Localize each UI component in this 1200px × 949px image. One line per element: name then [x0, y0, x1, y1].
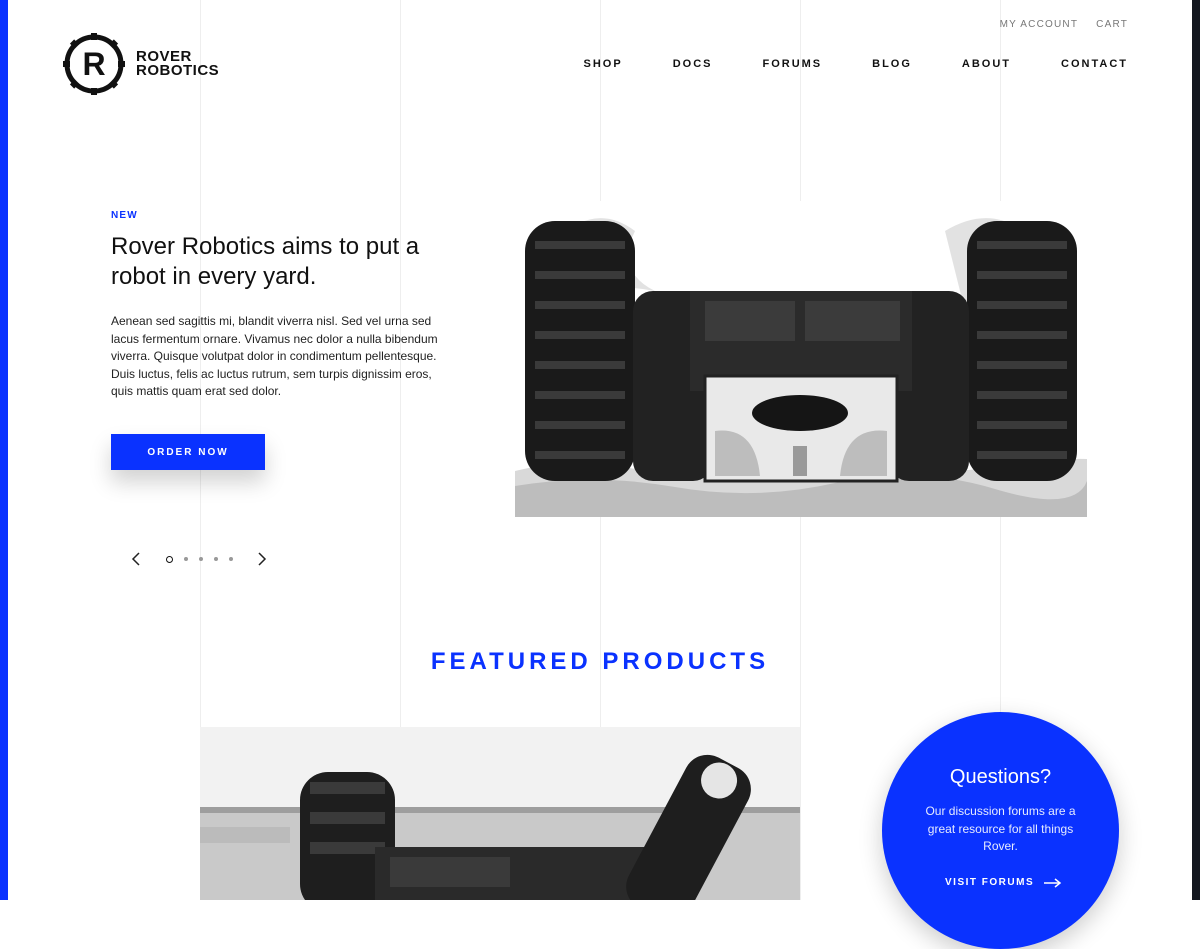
questions-body: Our discussion forums are a great resour…: [925, 804, 1076, 853]
hero-body: Aenean sed sagittis mi, blandit viverra …: [111, 314, 438, 398]
carousel-dot[interactable]: [229, 557, 233, 561]
nav-about[interactable]: ABOUT: [962, 58, 1011, 70]
carousel-dots: [166, 555, 233, 563]
cart-link[interactable]: CART: [1096, 19, 1128, 30]
questions-title: Questions?: [949, 766, 1052, 788]
nav-blog[interactable]: BLOG: [872, 58, 912, 70]
hero-tag: NEW: [111, 210, 138, 221]
hero-rover-image: [515, 201, 1087, 517]
brand-line-2: ROBOTICS: [136, 62, 220, 79]
chevron-right-icon[interactable]: [254, 551, 270, 567]
order-now-button[interactable]: ORDER NOW: [111, 434, 265, 470]
nav-contact[interactable]: CONTACT: [1061, 58, 1128, 70]
chevron-left-icon[interactable]: [128, 551, 144, 567]
carousel-dot[interactable]: [184, 557, 188, 561]
my-account-link[interactable]: MY ACCOUNT: [1000, 19, 1079, 30]
brand-logo[interactable]: R ROVER ROBOTICS: [62, 32, 219, 96]
right-dark-bar: [1192, 0, 1200, 900]
svg-text:R: R: [82, 46, 105, 82]
visit-forums-label: VISIT FORUMS: [945, 877, 1035, 888]
visit-forums-link[interactable]: VISIT FORUMS: [945, 877, 1062, 888]
nav-docs[interactable]: DOCS: [673, 58, 713, 70]
carousel-controls: [128, 551, 270, 567]
left-accent-bar: [0, 0, 8, 900]
nav-forums[interactable]: FORUMS: [762, 58, 822, 70]
questions-callout: Questions? Our discussion forums are a g…: [882, 712, 1119, 949]
featured-products-heading: FEATURED PRODUCTS: [430, 648, 770, 675]
featured-product-image[interactable]: [200, 727, 800, 900]
utility-nav: MY ACCOUNT CART: [1000, 19, 1128, 30]
nav-shop[interactable]: SHOP: [584, 58, 623, 70]
arrow-right-icon: [1044, 877, 1062, 888]
carousel-dot[interactable]: [214, 557, 218, 561]
carousel-dot[interactable]: [199, 557, 203, 561]
carousel-dot[interactable]: [166, 555, 173, 563]
hero-title: Rover Robotics aims to put a robot in ev…: [111, 233, 420, 290]
gear-r-logo-icon: R: [63, 33, 125, 95]
main-nav: SHOP DOCS FORUMS BLOG ABOUT CONTACT: [584, 58, 1129, 70]
brand-wordmark: ROVER ROBOTICS: [136, 49, 220, 79]
